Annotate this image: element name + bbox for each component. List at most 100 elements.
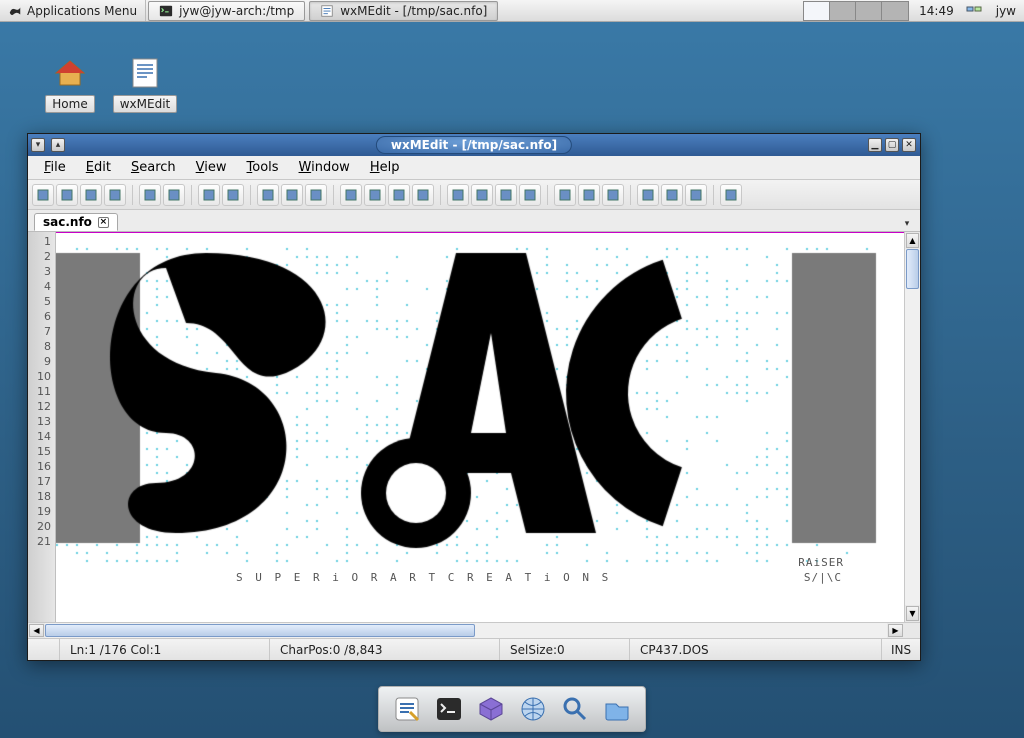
user-menu[interactable]: jyw <box>988 4 1024 18</box>
scroll-up-button[interactable]: ▲ <box>906 233 919 248</box>
terminal-icon <box>159 4 173 18</box>
comment-icon[interactable] <box>388 184 410 206</box>
close-button[interactable]: ✕ <box>902 138 916 152</box>
toolbar-separator <box>713 185 714 205</box>
search-app-icon[interactable] <box>557 691 593 727</box>
hex-mode-icon[interactable] <box>602 184 624 206</box>
desktop-icon-wxmedit[interactable]: wxMEdit <box>110 55 180 113</box>
open-file-icon[interactable] <box>56 184 78 206</box>
paste-icon[interactable] <box>305 184 327 206</box>
minimize-button[interactable]: ▁ <box>868 138 882 152</box>
scroll-right-button[interactable]: ▶ <box>888 624 903 637</box>
titlebar[interactable]: ▾ ▴ wxMEdit - [/tmp/sac.nfo] ▁ ▢ ✕ <box>28 134 920 156</box>
indent-icon[interactable] <box>340 184 362 206</box>
editor-app-icon[interactable] <box>389 691 425 727</box>
editor-area: 123456789101112131415161718192021 RAiSER… <box>28 232 920 622</box>
show-hex-icon[interactable] <box>685 184 707 206</box>
uncomment-icon[interactable] <box>412 184 434 206</box>
workspace-pager[interactable] <box>803 1 909 21</box>
workspace-1[interactable] <box>804 2 830 20</box>
column-mode-icon[interactable] <box>578 184 600 206</box>
scroll-thumb[interactable] <box>45 624 475 637</box>
home-icon <box>52 55 88 91</box>
menu-search[interactable]: Search <box>121 158 186 177</box>
copy-icon[interactable] <box>281 184 303 206</box>
line-number-gutter: 123456789101112131415161718192021 <box>28 232 56 622</box>
close-icon[interactable] <box>139 184 161 206</box>
replace-icon[interactable] <box>519 184 541 206</box>
status-line-col: Ln:1 /176 Col:1 <box>60 639 270 660</box>
scroll-track[interactable] <box>905 249 920 605</box>
dock <box>378 686 646 732</box>
browser-app-icon[interactable] <box>515 691 551 727</box>
toolbar-separator <box>191 185 192 205</box>
menu-tools[interactable]: Tools <box>237 158 289 177</box>
cut-icon[interactable] <box>257 184 279 206</box>
scroll-corner <box>904 623 920 638</box>
toolbar-separator <box>333 185 334 205</box>
new-file-icon[interactable] <box>32 184 54 206</box>
desktop-icon-home[interactable]: Home <box>35 55 105 113</box>
save-icon[interactable] <box>80 184 102 206</box>
show-linenum-icon[interactable] <box>661 184 683 206</box>
files-app-icon[interactable] <box>599 691 635 727</box>
find-icon[interactable] <box>447 184 469 206</box>
clock[interactable]: 14:49 <box>913 4 960 18</box>
editor-viewport[interactable]: RAiSER S/|\C S U P E R i O R A R T C R E… <box>56 232 904 622</box>
scroll-track[interactable] <box>45 623 887 638</box>
tab-file[interactable]: sac.nfo × <box>34 213 118 231</box>
desktop-icon-label: Home <box>45 95 94 113</box>
options-icon[interactable] <box>720 184 742 206</box>
wxmedit-icon <box>127 55 163 91</box>
toolbar-separator <box>630 185 631 205</box>
toolbar-separator <box>440 185 441 205</box>
taskbar-task-terminal[interactable]: jyw@jyw-arch:/tmp <box>148 1 305 21</box>
package-app-icon[interactable] <box>473 691 509 727</box>
find-prev-icon[interactable] <box>495 184 517 206</box>
ascii-credit-bottom: S/|\C <box>804 570 842 585</box>
status-encoding[interactable]: CP437.DOS <box>630 639 882 660</box>
status-insert-mode[interactable]: INS <box>882 639 920 660</box>
ascii-credit-top: RAiSER <box>798 555 844 570</box>
menu-edit[interactable]: Edit <box>76 158 121 177</box>
maximize-button[interactable]: ▢ <box>885 138 899 152</box>
redo-icon[interactable] <box>222 184 244 206</box>
wrap-icon[interactable] <box>637 184 659 206</box>
toolbar <box>28 180 920 210</box>
scroll-down-button[interactable]: ▼ <box>906 606 919 621</box>
workspace-3[interactable] <box>856 2 882 20</box>
network-tray-icon[interactable] <box>966 1 982 20</box>
menu-file[interactable]: File <box>34 158 76 177</box>
xfce-logo-icon <box>8 4 22 18</box>
status-grip <box>28 639 60 660</box>
menu-view[interactable]: View <box>186 158 237 177</box>
toolbar-separator <box>132 185 133 205</box>
workspace-4[interactable] <box>882 2 908 20</box>
vertical-scrollbar[interactable]: ▲ ▼ <box>904 232 920 622</box>
tab-list-dropdown[interactable]: ▾ <box>900 217 914 231</box>
workspace-2[interactable] <box>830 2 856 20</box>
taskbar-task-wxmedit[interactable]: wxMEdit - [/tmp/sac.nfo] <box>309 1 498 21</box>
task-label: wxMEdit - [/tmp/sac.nfo] <box>340 4 487 18</box>
menubar: File Edit Search View Tools Window Help <box>28 156 920 180</box>
menu-help[interactable]: Help <box>360 158 410 177</box>
find-next-icon[interactable] <box>471 184 493 206</box>
outdent-icon[interactable] <box>364 184 386 206</box>
scroll-thumb[interactable] <box>906 249 919 289</box>
window-menu-button[interactable]: ▾ <box>31 138 45 152</box>
horizontal-scrollbar[interactable]: ◀ ▶ <box>28 622 920 638</box>
tab-close-button[interactable]: × <box>98 217 109 228</box>
applications-menu-button[interactable]: Applications Menu <box>0 0 146 21</box>
terminal-app-icon[interactable] <box>431 691 467 727</box>
save-all-icon[interactable] <box>104 184 126 206</box>
menu-window[interactable]: Window <box>289 158 360 177</box>
tabstrip: sac.nfo × ▾ <box>28 210 920 232</box>
close-all-icon[interactable] <box>163 184 185 206</box>
undo-icon[interactable] <box>198 184 220 206</box>
tab-label: sac.nfo <box>43 215 92 229</box>
statusbar: Ln:1 /176 Col:1 CharPos:0 /8,843 SelSize… <box>28 638 920 660</box>
scroll-left-button[interactable]: ◀ <box>29 624 44 637</box>
window-shade-button[interactable]: ▴ <box>51 138 65 152</box>
status-charpos: CharPos:0 /8,843 <box>270 639 500 660</box>
text-mode-icon[interactable] <box>554 184 576 206</box>
